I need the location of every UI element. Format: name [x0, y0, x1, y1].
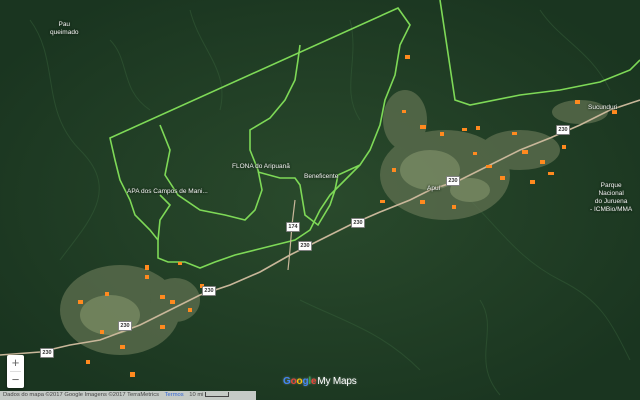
place-label-pau-queimado: Pau queimado: [50, 21, 79, 36]
place-label-parque-juruena: Parque Nacional do Juruena - ICMBio/MMA: [590, 182, 633, 213]
google-my-maps-logo: GoogleMy Maps: [283, 376, 357, 387]
road-shield-br230: 230: [556, 125, 570, 135]
place-label-beneficente: Beneficente: [304, 173, 339, 180]
place-label-apui: Apuí: [427, 185, 441, 192]
zoom-out-button[interactable]: −: [7, 372, 24, 388]
place-label-sucunduri: Sucunduri: [588, 104, 618, 111]
satellite-imagery: [0, 0, 640, 400]
map-attribution-bar: Dados do mapa ©2017 Google Imagens ©2017…: [0, 391, 256, 400]
road-shield-br230: 230: [298, 241, 312, 251]
scale-label: 10 mi: [189, 392, 204, 398]
road-shield-br230: 230: [446, 176, 460, 186]
road-shield-br230: 230: [118, 321, 132, 331]
place-label-flona-aripuana: FLONA do Aripuanã: [232, 163, 290, 170]
terms-link[interactable]: Termos: [165, 392, 184, 398]
zoom-control: + −: [7, 355, 24, 388]
scale-indicator: 10 mi: [189, 391, 230, 400]
zoom-in-button[interactable]: +: [7, 355, 24, 371]
scale-bar: [205, 391, 230, 397]
road-shield-br230: 230: [202, 286, 216, 296]
road-shield-am174: 174: [286, 222, 300, 232]
place-label-apa-campos-manicore: APA dos Campos de Mani...: [127, 188, 208, 195]
map-canvas[interactable]: Pau queimado APA dos Campos de Mani... F…: [0, 0, 640, 400]
attribution-text: Dados do mapa ©2017 Google Imagens ©2017…: [3, 392, 160, 398]
road-shield-br230: 230: [40, 348, 54, 358]
road-shield-br230: 230: [351, 218, 365, 228]
